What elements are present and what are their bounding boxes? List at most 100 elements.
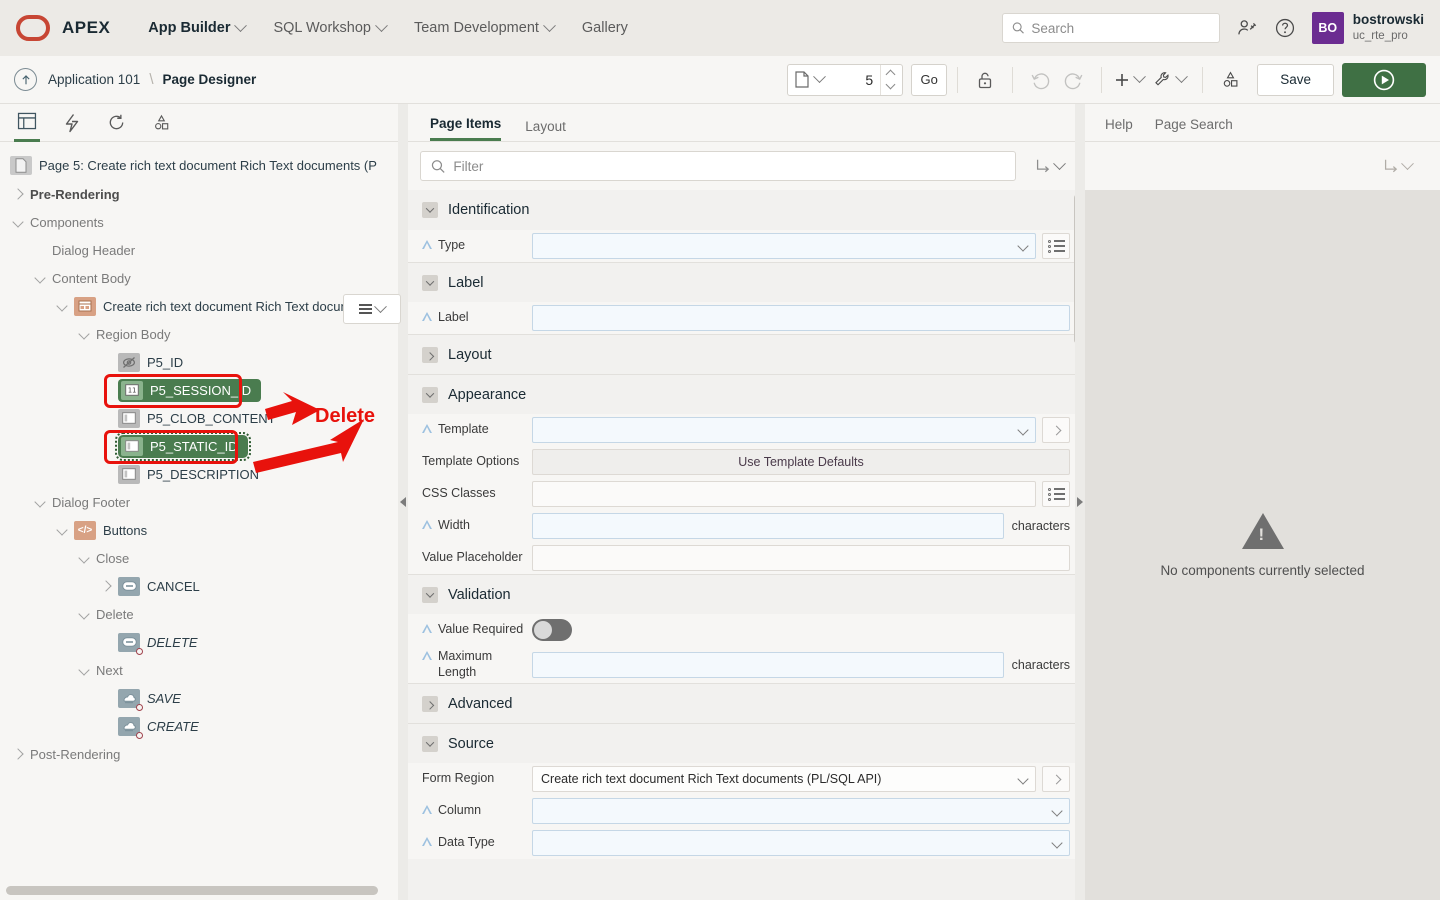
tree-item-dialog-header[interactable]: Dialog Header	[0, 236, 407, 264]
tab-page-items[interactable]: Page Items	[430, 116, 501, 141]
navigate-up-button[interactable]	[14, 68, 37, 91]
chevron-down-icon[interactable]	[72, 554, 96, 562]
component-tree[interactable]: Page 5: Create rich text document Rich T…	[0, 142, 407, 886]
nav-item-sql-workshop[interactable]: SQL Workshop	[261, 12, 398, 44]
property-input-column[interactable]	[532, 798, 1070, 824]
tab-processing[interactable]	[104, 104, 129, 142]
breadcrumb-application[interactable]: Application 101	[48, 72, 140, 87]
tab-page-search[interactable]: Page Search	[1155, 117, 1233, 141]
go-to-group-button[interactable]	[1026, 157, 1072, 175]
property-input-form-region[interactable]: Create rich text document Rich Text docu…	[532, 766, 1036, 792]
open-detail-button-template[interactable]	[1042, 417, 1070, 443]
property-section-source[interactable]: Source	[408, 723, 1084, 763]
page-number-stepper[interactable]	[880, 65, 900, 95]
property-input-template[interactable]	[532, 417, 1036, 443]
property-input-template-options[interactable]: Use Template Defaults	[532, 449, 1070, 475]
tree-item-p5-id[interactable]: P5_ID	[0, 348, 407, 376]
tree-item-p5-description[interactable]: P5_DESCRIPTION	[0, 460, 407, 488]
property-section-identification[interactable]: Identification	[408, 190, 1084, 230]
chevron-down-icon[interactable]	[50, 526, 74, 534]
tab-help[interactable]: Help	[1105, 117, 1133, 141]
chevron-down-icon[interactable]	[6, 218, 30, 226]
save-button[interactable]: Save	[1257, 64, 1334, 96]
left-panel-splitter[interactable]	[398, 104, 408, 900]
property-input-value-placeholder[interactable]	[532, 545, 1070, 571]
chevron-down-icon[interactable]	[72, 330, 96, 338]
tab-rendering[interactable]	[14, 104, 40, 142]
utilities-button[interactable]	[1146, 64, 1192, 96]
tree-item-next[interactable]: Next	[0, 656, 407, 684]
go-to-group-button[interactable]	[1374, 157, 1420, 175]
property-section-appearance[interactable]: Appearance	[408, 374, 1084, 414]
tree-item-selected-chip[interactable]: 11P5_SESSION_ID	[118, 379, 261, 402]
chevron-down-icon[interactable]	[72, 610, 96, 618]
property-input-css-classes[interactable]	[532, 481, 1036, 507]
tab-dynamic-actions[interactable]	[60, 104, 84, 142]
go-button[interactable]: Go	[911, 64, 947, 96]
toggle-value-required[interactable]	[532, 619, 572, 641]
chevron-down-icon[interactable]	[28, 498, 52, 506]
scrollbar-thumb[interactable]	[6, 886, 378, 895]
user-menu[interactable]: BO bostrowski uc_rte_pro	[1312, 12, 1424, 44]
tree-page-node[interactable]: Page 5: Create rich text document Rich T…	[0, 150, 407, 180]
tab-layout[interactable]: Layout	[525, 119, 566, 141]
tree-item-components[interactable]: Components	[0, 208, 407, 236]
chevron-right-icon[interactable]	[94, 582, 118, 590]
help-button[interactable]	[1274, 17, 1296, 39]
tree-item-region-body[interactable]: Region Body	[0, 320, 407, 348]
tree-item-close[interactable]: Close	[0, 544, 407, 572]
tree-item-selected-chip[interactable]: P5_STATIC_ID	[118, 435, 248, 458]
nav-item-team-development[interactable]: Team Development	[402, 12, 566, 44]
property-input-label[interactable]	[532, 305, 1070, 331]
chevron-right-icon[interactable]	[6, 750, 30, 758]
run-button[interactable]	[1342, 63, 1426, 97]
apex-logo[interactable]: APEX	[16, 15, 110, 41]
tree-item-post-rendering[interactable]: Post-Rendering	[0, 740, 407, 768]
property-section-validation[interactable]: Validation	[408, 574, 1084, 614]
undo-button[interactable]	[1023, 64, 1057, 96]
chevron-right-icon[interactable]	[6, 190, 30, 198]
nav-item-app-builder[interactable]: App Builder	[136, 12, 257, 44]
tree-item-delete[interactable]: Delete	[0, 600, 407, 628]
tree-item-pre-rendering[interactable]: Pre-Rendering	[0, 180, 407, 208]
page-selector[interactable]: 5	[787, 64, 903, 96]
tree-horizontal-scrollbar[interactable]	[0, 886, 407, 900]
tree-item-p5-static-id[interactable]: P5_STATIC_ID	[0, 432, 407, 460]
tab-page-shared-components[interactable]	[149, 104, 174, 142]
property-sections[interactable]: IdentificationTypeLabelLabelLayoutAppear…	[408, 190, 1084, 900]
tree-item-save[interactable]: SAVE	[0, 684, 407, 712]
property-section-label[interactable]: Label	[408, 262, 1084, 302]
property-input-type[interactable]	[532, 233, 1036, 259]
open-detail-button-form-region[interactable]	[1042, 766, 1070, 792]
redo-button[interactable]	[1057, 64, 1091, 96]
account-menu-button[interactable]	[1236, 17, 1258, 39]
add-component-button[interactable]	[1112, 64, 1146, 96]
tree-item-dialog-footer[interactable]: Dialog Footer	[0, 488, 407, 516]
page-number-value[interactable]: 5	[824, 72, 880, 88]
filter-input[interactable]	[453, 159, 1005, 174]
tree-item-p5-clob-content[interactable]: P5_CLOB_CONTENT	[0, 404, 407, 432]
property-section-advanced[interactable]: Advanced	[408, 683, 1084, 723]
lock-button[interactable]	[968, 64, 1002, 96]
chevron-down-icon[interactable]	[72, 666, 96, 674]
property-filter[interactable]	[420, 151, 1016, 181]
tree-item-content-body[interactable]: Content Body	[0, 264, 407, 292]
property-input-width[interactable]	[532, 513, 1004, 539]
list-of-values-button-css-classes[interactable]	[1042, 481, 1070, 507]
page-shapes-button[interactable]	[1213, 64, 1247, 96]
tree-item-buttons[interactable]: </>Buttons	[0, 516, 407, 544]
tree-item-cancel[interactable]: CANCEL	[0, 572, 407, 600]
tree-context-menu-button[interactable]	[343, 294, 401, 324]
collapse-left-icon[interactable]	[400, 497, 406, 507]
property-input-maximum-length[interactable]	[532, 652, 1004, 678]
tree-item-p5-session-id[interactable]: 11P5_SESSION_ID	[0, 376, 407, 404]
nav-item-gallery[interactable]: Gallery	[570, 12, 640, 44]
right-panel-splitter[interactable]	[1075, 104, 1085, 900]
search-input[interactable]	[1031, 21, 1209, 36]
chevron-down-icon[interactable]	[50, 302, 74, 310]
global-search[interactable]	[1002, 13, 1220, 43]
property-section-layout[interactable]: Layout	[408, 334, 1084, 374]
collapse-right-icon[interactable]	[1077, 497, 1083, 507]
tree-item-delete[interactable]: DELETE	[0, 628, 407, 656]
tree-item-create[interactable]: CREATE	[0, 712, 407, 740]
